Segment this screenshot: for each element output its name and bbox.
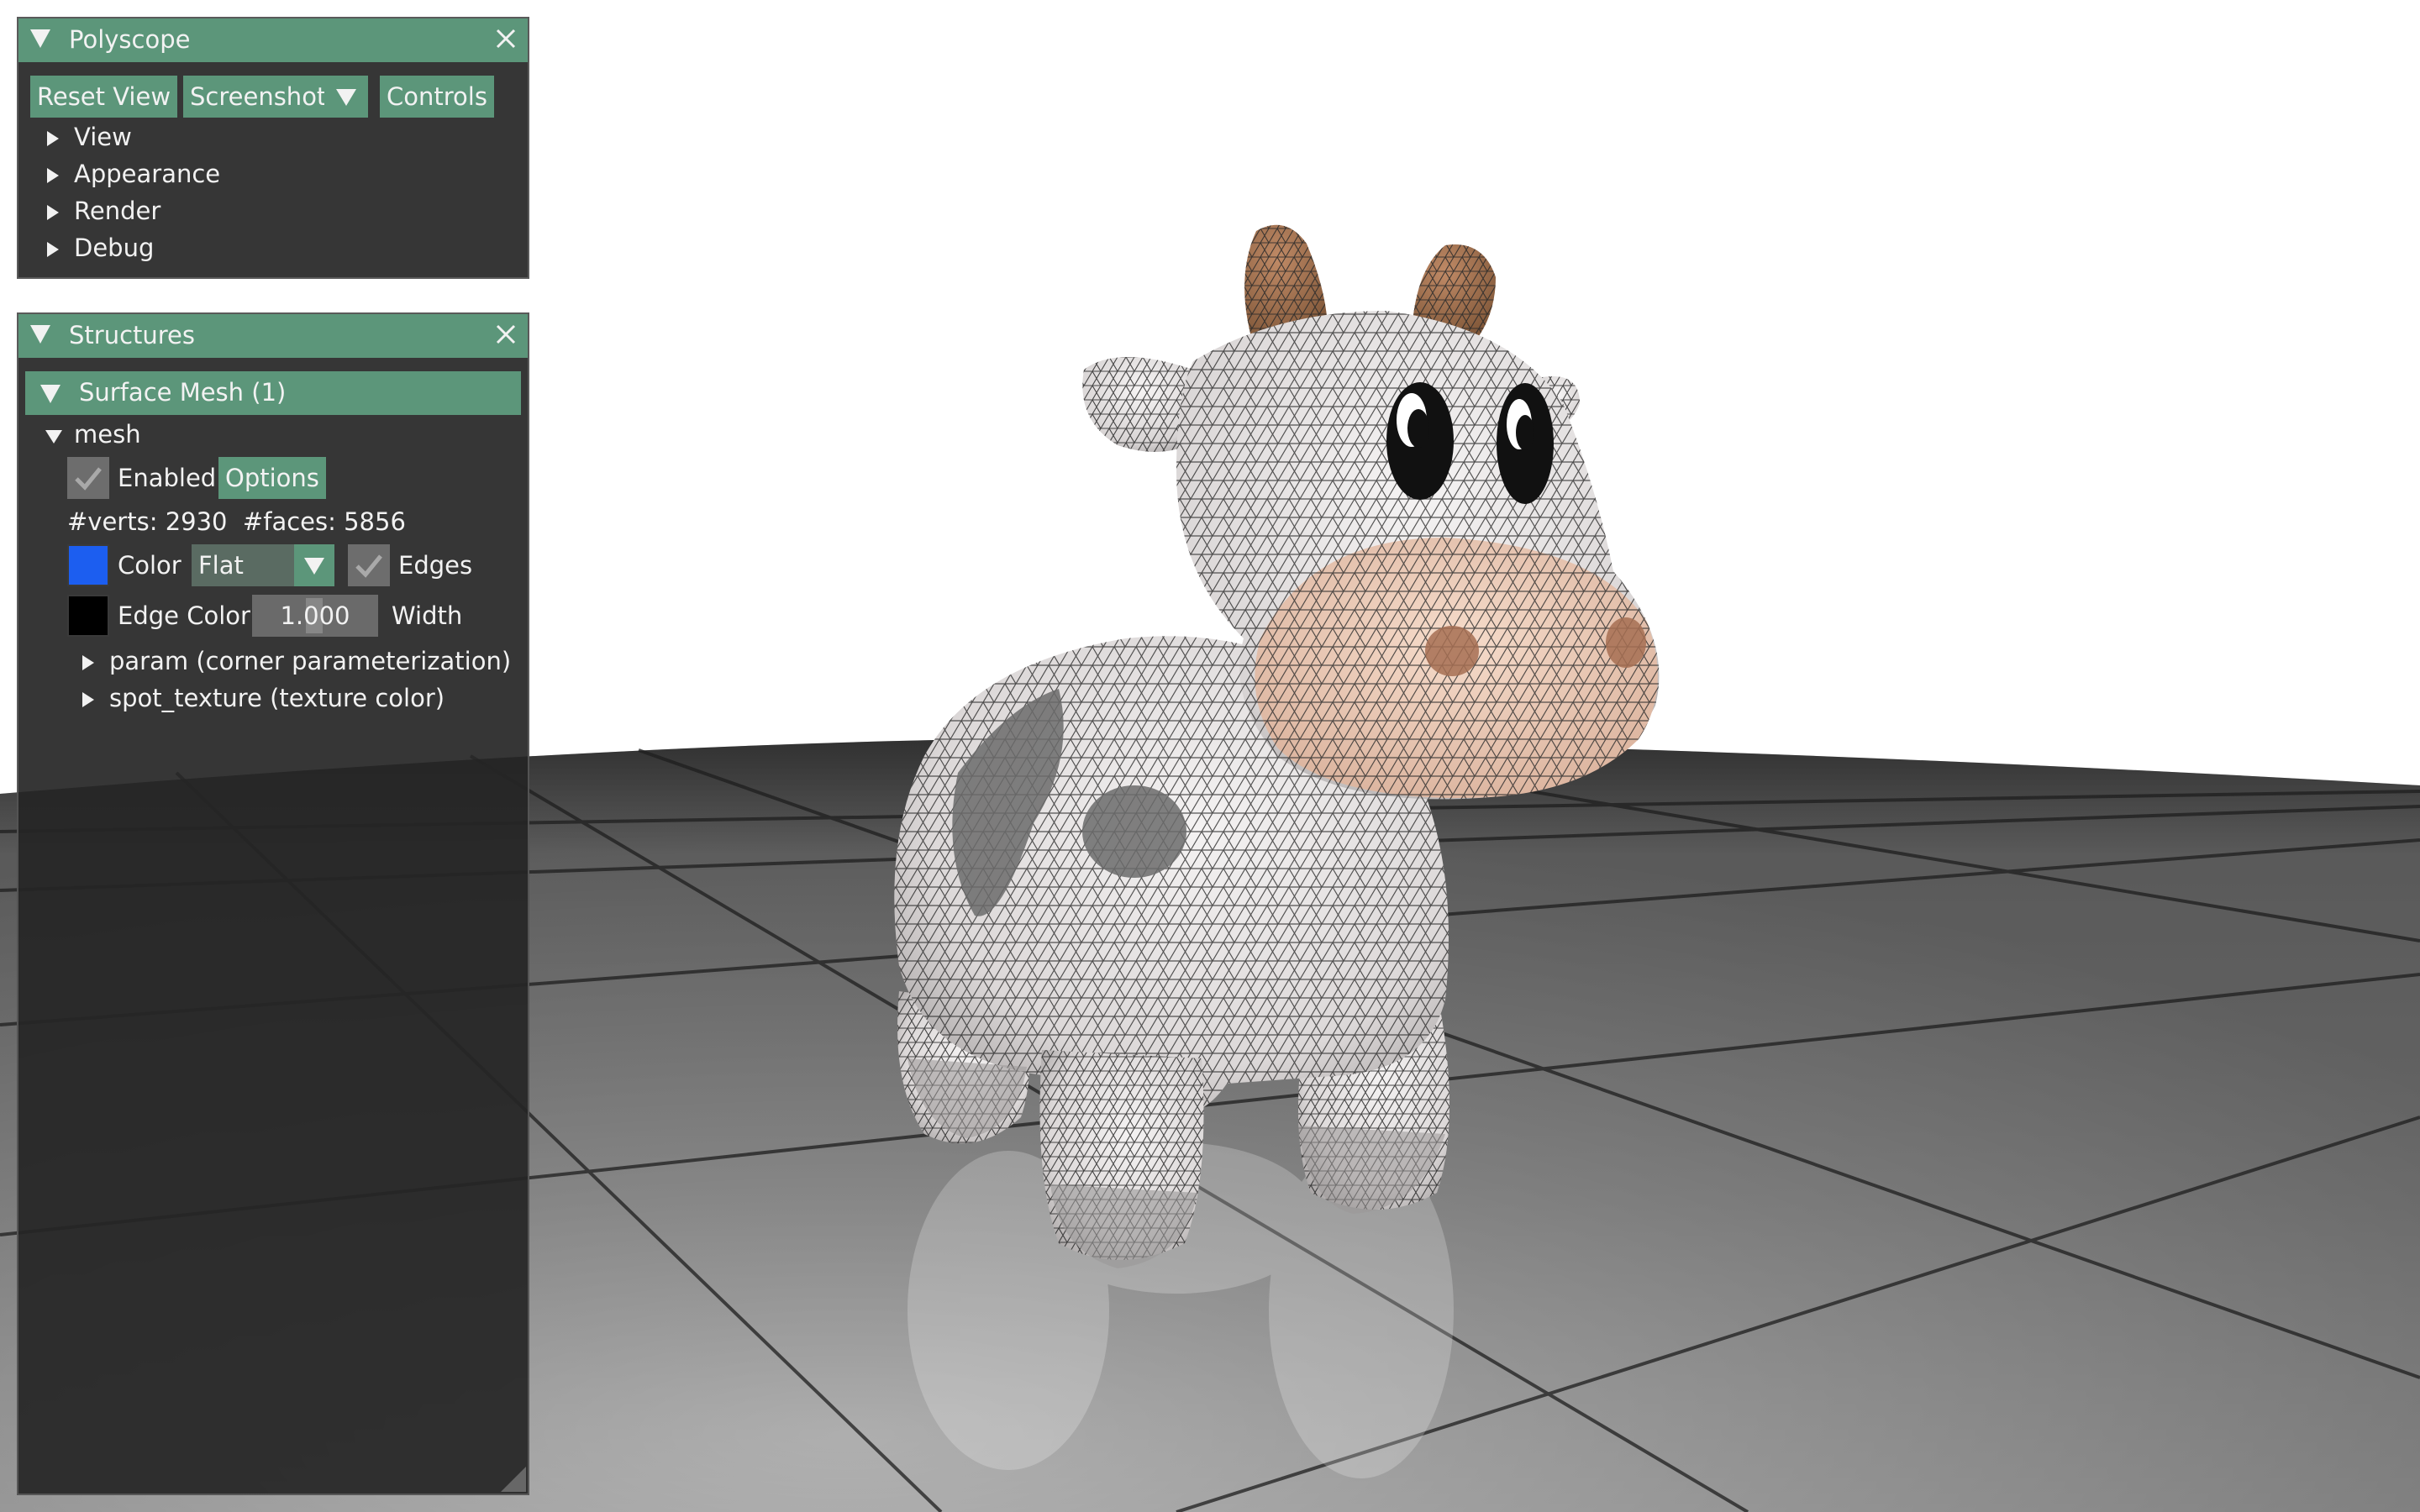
reset-view-button[interactable]: Reset View: [30, 76, 178, 118]
options-button[interactable]: Options: [218, 457, 326, 499]
screenshot-button[interactable]: Screenshot: [183, 76, 334, 118]
mesh-stats: #verts: 2930 #faces: 5856: [67, 507, 406, 536]
width-label: Width: [392, 601, 463, 630]
edge-color-label: Edge Color: [118, 601, 250, 630]
expand-arrow-icon: [45, 430, 62, 444]
expand-arrow-icon: [82, 655, 94, 670]
structures-titlebar[interactable]: Structures: [18, 314, 528, 358]
collapse-arrow-icon: [40, 385, 60, 403]
resize-grip-icon[interactable]: [501, 1467, 526, 1492]
mesh-name: mesh: [74, 420, 141, 449]
edges-label: Edges: [398, 551, 473, 580]
edge-width-slider[interactable]: 1.000: [252, 595, 378, 637]
controls-button[interactable]: Controls: [380, 76, 494, 118]
polyscope-titlebar[interactable]: Polyscope: [18, 18, 528, 62]
polyscope-title: Polyscope: [69, 25, 191, 54]
enabled-checkbox[interactable]: [67, 457, 109, 499]
quantity-label: param (corner parameterization): [109, 647, 512, 675]
dropdown-button[interactable]: [294, 544, 334, 586]
shading-value: Flat: [198, 551, 244, 580]
polyscope-panel: Polyscope Reset View Screenshot Controls…: [17, 17, 529, 279]
surface-mesh-group-header[interactable]: Surface Mesh (1): [25, 371, 521, 415]
expand-arrow-icon: [82, 692, 94, 707]
close-icon[interactable]: [492, 25, 519, 52]
checkmark-icon: [75, 467, 102, 491]
close-icon[interactable]: [492, 321, 519, 348]
structures-panel: Structures Surface Mesh (1) mesh Enabled…: [17, 312, 529, 1495]
edge-color-swatch[interactable]: [67, 595, 109, 637]
collapse-arrow-icon[interactable]: [30, 325, 50, 344]
structures-title: Structures: [69, 321, 196, 349]
expand-arrow-icon: [47, 242, 59, 257]
mesh-color-swatch[interactable]: [67, 544, 109, 586]
edges-checkbox[interactable]: [348, 544, 390, 586]
edge-width-value: 1.000: [280, 601, 350, 630]
expand-arrow-icon: [47, 168, 59, 183]
checkmark-icon: [355, 554, 382, 578]
enabled-label: Enabled: [118, 464, 217, 492]
quantity-label: spot_texture (texture color): [109, 684, 445, 712]
shading-select[interactable]: Flat: [192, 544, 334, 586]
menu-item-label: Render: [74, 197, 161, 225]
expand-arrow-icon: [47, 205, 59, 220]
collapse-arrow-icon[interactable]: [30, 29, 50, 48]
chevron-down-icon: [304, 558, 324, 575]
group-header-label: Surface Mesh (1): [79, 378, 287, 407]
color-label: Color: [118, 551, 182, 580]
menu-item-label: Debug: [74, 234, 155, 262]
chevron-down-icon: [336, 89, 356, 106]
menu-item-label: View: [74, 123, 132, 151]
expand-arrow-icon: [47, 131, 59, 146]
screenshot-options-button[interactable]: [324, 76, 368, 118]
menu-item-label: Appearance: [74, 160, 221, 188]
